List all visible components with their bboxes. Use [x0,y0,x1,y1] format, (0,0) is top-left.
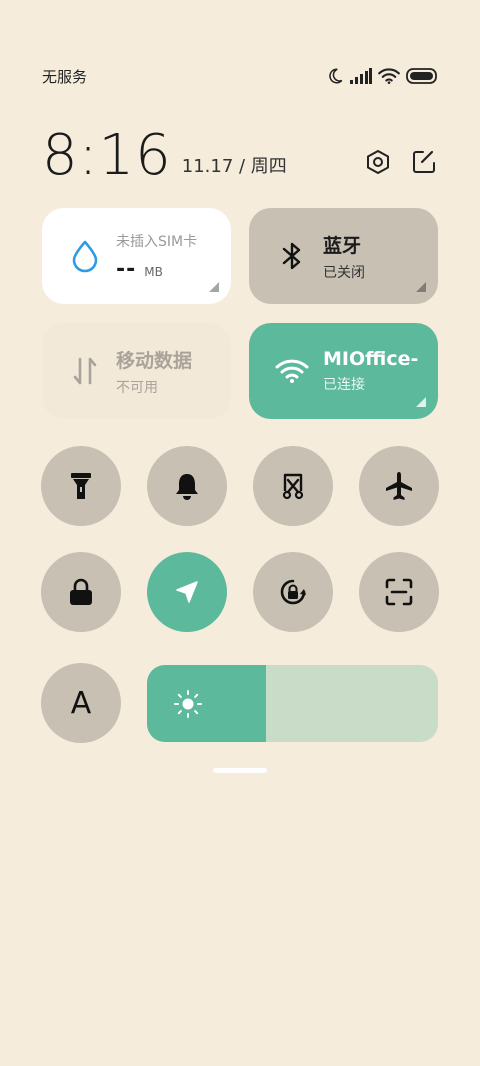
airplane-toggle[interactable] [359,446,439,526]
scan-icon [385,578,413,606]
sim-data-usage-tile[interactable]: 未插入SIM卡 -- MB [42,208,231,304]
data-usage-value: -- [116,256,137,282]
clock-time[interactable]: 8:16 [42,128,172,184]
edit-button[interactable] [410,148,438,176]
wifi-status: 已连接 [323,377,365,393]
status-icons [326,67,438,85]
edit-icon [413,150,435,173]
wifi-icon [275,354,309,388]
airplane-icon [386,472,412,500]
mobile-data-arrows-icon [68,354,102,388]
flashlight-icon [71,473,91,499]
bell-icon [176,474,198,500]
wifi-network-name: MIOffice- [323,348,419,370]
signal-icon [350,68,372,84]
brightness-slider[interactable] [147,665,438,742]
clock-date[interactable]: 11.17 / 周四 [182,152,287,178]
lock-screen-toggle[interactable] [41,552,121,632]
wifi-status-icon [378,68,400,84]
settings-hex-icon [367,150,389,174]
lock-icon [70,578,92,605]
expand-corner-icon[interactable] [416,397,426,407]
clock-row: 8:16 11.17 / 周四 [42,118,438,184]
rotation-lock-toggle[interactable] [253,552,333,632]
scanner-toggle[interactable] [359,552,439,632]
expand-corner-icon [209,282,219,292]
screenshot-icon [282,473,304,500]
font-size-label: A [70,685,92,721]
mobile-data-tile[interactable]: 移动数据 不可用 [42,323,231,419]
home-indicator[interactable] [213,768,267,773]
battery-icon [406,68,437,84]
bluetooth-title: 蓝牙 [323,234,362,257]
data-usage-unit: MB [144,264,163,279]
mobile-data-status: 不可用 [116,379,158,396]
wifi-tile[interactable]: MIOffice- 已连接 [249,323,438,419]
water-drop-icon [68,239,102,273]
bluetooth-icon [275,239,309,273]
silent-toggle[interactable] [147,446,227,526]
rotation-lock-icon [280,579,306,605]
brightness-sun-icon [174,690,202,718]
expand-corner-icon[interactable] [416,282,426,292]
status-bar: 无服务 [42,62,438,90]
sim-status-label: 未插入SIM卡 [116,233,198,250]
location-toggle[interactable] [147,552,227,632]
carrier-label: 无服务 [42,67,88,86]
brightness-level-fill [147,665,267,742]
mobile-data-title: 移动数据 [116,349,193,372]
font-size-toggle[interactable]: A [41,663,121,743]
do-not-disturb-moon-icon [329,68,343,84]
header-actions [364,148,438,176]
bluetooth-tile[interactable]: 蓝牙 已关闭 [249,208,438,304]
bluetooth-status: 已关闭 [323,264,365,281]
location-arrow-icon [176,581,198,603]
flashlight-toggle[interactable] [41,446,121,526]
settings-button[interactable] [364,148,392,176]
screenshot-toggle[interactable] [253,446,333,526]
